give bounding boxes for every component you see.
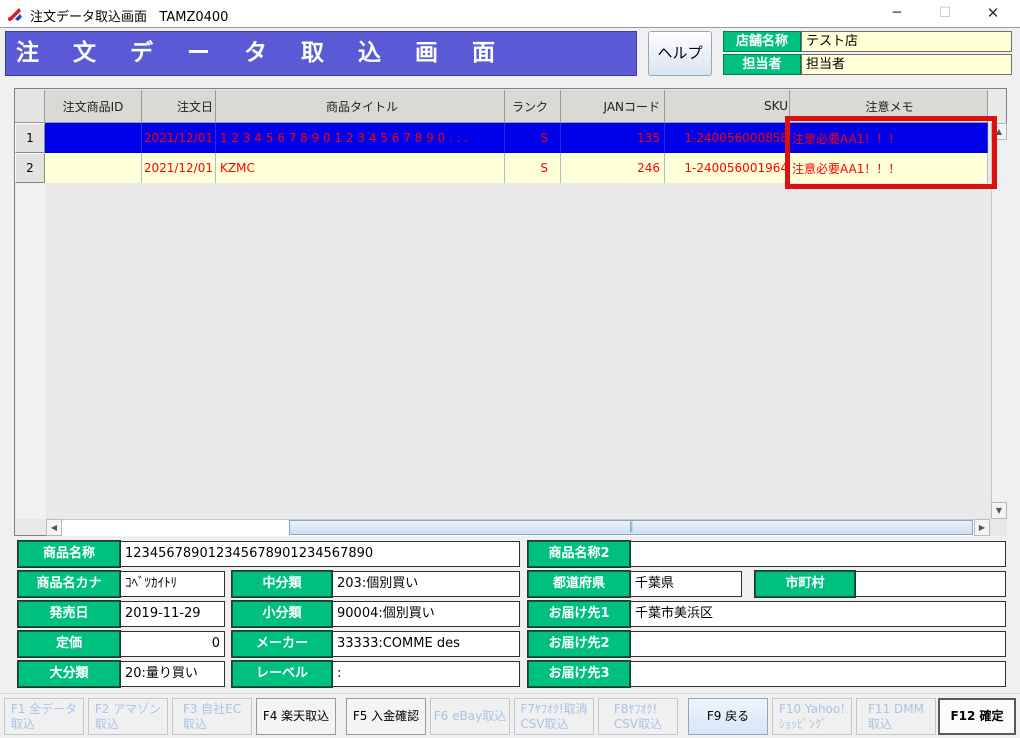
maker-field[interactable]: 33333:COMME des <box>332 631 520 657</box>
list-price-label: 定価 <box>18 631 120 657</box>
col-header-jan-code[interactable]: JANコード <box>561 90 665 123</box>
window-titlebar: 注文データ取込画面 TAMZ0400 ─ ☐ ✕ <box>0 0 1020 28</box>
city-label: 市町村 <box>755 571 855 597</box>
f4-rakuten-import-button[interactable]: F4 楽天取込 <box>256 698 336 735</box>
address2-label: お届け先2 <box>528 631 630 657</box>
f8-yahoo-csv-import-button: F8ﾔﾌｵｸ! CSV取込 <box>598 698 678 735</box>
col-header-rank[interactable]: ランク <box>505 90 561 123</box>
page-title-banner: 注 文 デ ー タ 取 込 画 面 <box>5 31 637 76</box>
address3-label: お届け先3 <box>528 661 630 687</box>
window-title: 注文データ取込画面 TAMZ0400 <box>30 6 228 25</box>
f1-all-data-import-button: F1 全データ 取込 <box>4 698 84 735</box>
product-kana-field[interactable]: ｺﾍﾞﾂｶｲﾄﾘ <box>120 571 225 597</box>
prefecture-label: 都道府県 <box>528 571 630 597</box>
app-window: 注文データ取込画面 TAMZ0400 ─ ☐ ✕ 注 文 デ ー タ 取 込 画… <box>0 0 1020 738</box>
cell-rank[interactable]: S <box>505 153 561 183</box>
cell-order-item-id[interactable] <box>45 123 142 153</box>
function-key-bar: F1 全データ 取込 F2 アマゾン 取込 F3 自社EC 取込 F4 楽天取込… <box>0 693 1020 738</box>
f7-yahoo-cancel-csv-button: F7ﾔﾌｵｸ!取消 CSV取込 <box>514 698 594 735</box>
col-header-order-item-id[interactable]: 注文商品ID <box>45 90 142 123</box>
col-header-product-title[interactable]: 商品タイトル <box>216 90 505 123</box>
cell-rank[interactable]: S <box>505 123 561 153</box>
cell-order-date[interactable]: 2021/12/01 <box>142 123 216 153</box>
f12-confirm-button[interactable]: F12 確定 <box>938 698 1016 735</box>
f6-ebay-import-button: F6 eBay取込 <box>430 698 510 735</box>
product-name-field[interactable]: 123456789012345678901234567890 <box>120 541 520 567</box>
release-date-field[interactable]: 2019-11-29 <box>120 601 225 627</box>
cell-sku[interactable]: 1-240056000858 <box>665 123 790 153</box>
address1-label: お届け先1 <box>528 601 630 627</box>
memo-highlight-annotation <box>785 116 997 189</box>
product-name-label: 商品名称 <box>18 541 120 567</box>
cell-product-title[interactable]: KZMC <box>216 153 505 183</box>
f3-own-ec-import-button: F3 自社EC 取込 <box>172 698 252 735</box>
product-kana-label: 商品名カナ <box>18 571 120 597</box>
prefecture-field[interactable]: 千葉県 <box>630 571 742 597</box>
mid-category-label: 中分類 <box>232 571 332 597</box>
f5-payment-confirm-button[interactable]: F5 入金確認 <box>346 698 426 735</box>
store-name-field[interactable]: テスト店 <box>801 31 1012 52</box>
large-category-field[interactable]: 20:量り買い <box>120 661 225 687</box>
cell-jan-code[interactable]: 135 <box>561 123 665 153</box>
help-button[interactable]: ヘルプ <box>648 31 712 76</box>
minimize-button[interactable]: ─ <box>874 0 920 27</box>
record-label-field[interactable]: : <box>332 661 520 687</box>
cell-sku[interactable]: 1-240056001964 <box>665 153 790 183</box>
close-button[interactable]: ✕ <box>970 0 1016 27</box>
row-number[interactable]: 2 <box>15 153 45 183</box>
row-header-strip <box>16 183 46 519</box>
record-label-label: レーベル <box>232 661 332 687</box>
small-category-field[interactable]: 90004:個別買い <box>332 601 520 627</box>
address1-field[interactable]: 千葉市美浜区 <box>630 601 1006 627</box>
cell-order-item-id[interactable] <box>45 153 142 183</box>
hscrollbar-thumb[interactable]: ║ <box>289 520 973 535</box>
maker-label: メーカー <box>232 631 332 657</box>
scroll-down-icon[interactable]: ▼ <box>991 502 1007 519</box>
large-category-label: 大分類 <box>18 661 120 687</box>
product-name2-label: 商品名称2 <box>528 541 630 567</box>
address2-field[interactable] <box>630 631 1006 657</box>
staff-field[interactable]: 担当者 <box>801 54 1012 75</box>
f10-yahoo-shopping-button: F10 Yahoo! ｼｮｯﾋﾟﾝｸﾞ <box>772 698 852 735</box>
release-date-label: 発売日 <box>18 601 120 627</box>
store-name-label: 店舗名称 <box>723 31 801 52</box>
cell-order-date[interactable]: 2021/12/01 <box>142 153 216 183</box>
scrollbar-corner <box>990 519 1007 536</box>
maximize-button: ☐ <box>922 0 968 27</box>
product-name2-field[interactable] <box>630 541 1006 567</box>
col-header-sku[interactable]: SKU <box>665 90 790 123</box>
app-icon <box>7 6 23 22</box>
grid-corner-cell <box>15 90 45 123</box>
scroll-right-icon[interactable]: ▶ <box>974 519 990 536</box>
mid-category-field[interactable]: 203:個別買い <box>332 571 520 597</box>
f2-amazon-import-button: F2 アマゾン 取込 <box>88 698 168 735</box>
row-number[interactable]: 1 <box>15 123 45 153</box>
address3-field[interactable] <box>630 661 1006 687</box>
f9-back-button[interactable]: F9 戻る <box>688 698 768 735</box>
f11-dmm-import-button: F11 DMM 取込 <box>856 698 936 735</box>
cell-jan-code[interactable]: 246 <box>561 153 665 183</box>
col-header-order-date[interactable]: 注文日 <box>142 90 216 123</box>
city-field[interactable] <box>855 571 1006 597</box>
small-category-label: 小分類 <box>232 601 332 627</box>
cell-product-title[interactable]: 1 2 3 4 5 6 7 8 9 0 1 2 3 4 5 6 7 8 9 0 … <box>216 123 505 153</box>
scroll-left-icon[interactable]: ◀ <box>46 519 62 536</box>
list-price-field[interactable]: 0 <box>120 631 225 657</box>
staff-label: 担当者 <box>723 54 801 75</box>
